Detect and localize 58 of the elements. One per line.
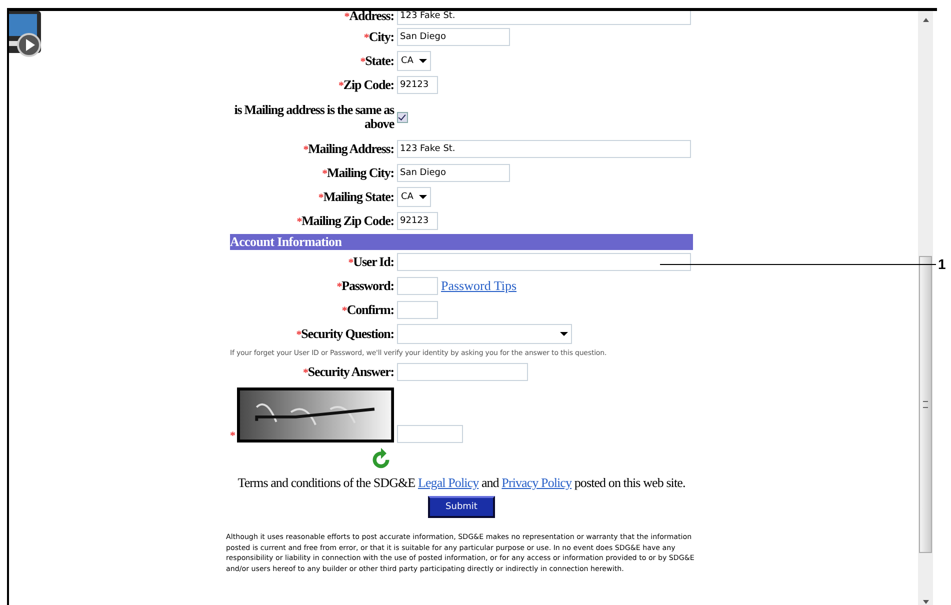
dropdown[interactable] xyxy=(397,324,572,344)
required-mark: * xyxy=(303,144,308,156)
required-mark: * xyxy=(303,366,308,378)
field-label: Mailing Address: xyxy=(308,140,394,156)
input-field[interactable]: 92123 xyxy=(397,76,438,94)
required-mark: * xyxy=(336,280,342,292)
required-mark: * xyxy=(342,304,347,316)
required-mark: * xyxy=(364,32,369,44)
field-label: City: xyxy=(368,28,394,44)
required-mark: * xyxy=(322,168,328,180)
password-tips-link[interactable]: Password Tips xyxy=(441,278,517,294)
required-mark: * xyxy=(344,11,350,22)
dropdown[interactable]: CA xyxy=(397,51,431,71)
field-label: is Mailing address is the same as above xyxy=(234,102,394,131)
scroll-up-icon[interactable] xyxy=(922,18,928,22)
field-label: Zip Code: xyxy=(343,76,394,92)
required-mark: * xyxy=(360,56,366,68)
scroll-down-icon[interactable] xyxy=(922,600,928,604)
required-mark: * xyxy=(318,192,324,204)
input-field[interactable] xyxy=(397,363,528,381)
field-label: Security Question: xyxy=(301,326,394,340)
field-label: State: xyxy=(365,52,394,68)
dropdown[interactable]: CA xyxy=(397,187,431,207)
input-field[interactable]: San Diego xyxy=(397,164,510,182)
terms-text: Terms and conditions of the SDG&E Legal Policy and Privacy Policy posted on this web site. xyxy=(236,475,686,491)
input-field[interactable]: 123 Fake St. xyxy=(397,11,691,25)
section-header: Account Information xyxy=(230,234,693,250)
field-label: Mailing City: xyxy=(327,164,394,180)
refresh-icon[interactable] xyxy=(370,447,392,469)
monitor-play-icon[interactable] xyxy=(9,11,43,57)
caret-icon xyxy=(560,332,568,336)
caret-icon xyxy=(419,59,427,63)
input-field[interactable] xyxy=(397,301,438,319)
scroll-thumb[interactable] xyxy=(919,256,932,553)
required-mark: * xyxy=(296,216,302,228)
field-label: Mailing State: xyxy=(323,188,394,204)
callout-number: 1 xyxy=(938,256,946,272)
submit-button[interactable]: Submit xyxy=(428,496,495,518)
required-mark: * xyxy=(338,80,344,92)
input-field[interactable]: San Diego xyxy=(397,28,510,46)
input-field[interactable] xyxy=(397,425,463,443)
field-label: Confirm: xyxy=(346,302,394,316)
checkbox[interactable] xyxy=(397,112,408,122)
policy-link[interactable]: Legal Policy xyxy=(418,475,479,490)
input-field[interactable] xyxy=(397,253,691,271)
policy-link[interactable]: Privacy Policy xyxy=(502,475,572,490)
field-label: Security Answer: xyxy=(308,364,394,378)
input-field[interactable] xyxy=(397,277,438,295)
input-field[interactable]: 92123 xyxy=(397,212,438,230)
field-label: Mailing Zip Code: xyxy=(302,212,394,228)
scrollbar[interactable] xyxy=(918,11,933,605)
input-field[interactable]: 123 Fake St. xyxy=(397,140,691,158)
caret-icon xyxy=(419,195,427,199)
required-mark: * xyxy=(296,328,302,340)
required-mark: * xyxy=(230,429,235,443)
field-label: User Id: xyxy=(353,254,394,268)
field-label: Password: xyxy=(342,278,394,292)
required-mark: * xyxy=(348,256,354,268)
